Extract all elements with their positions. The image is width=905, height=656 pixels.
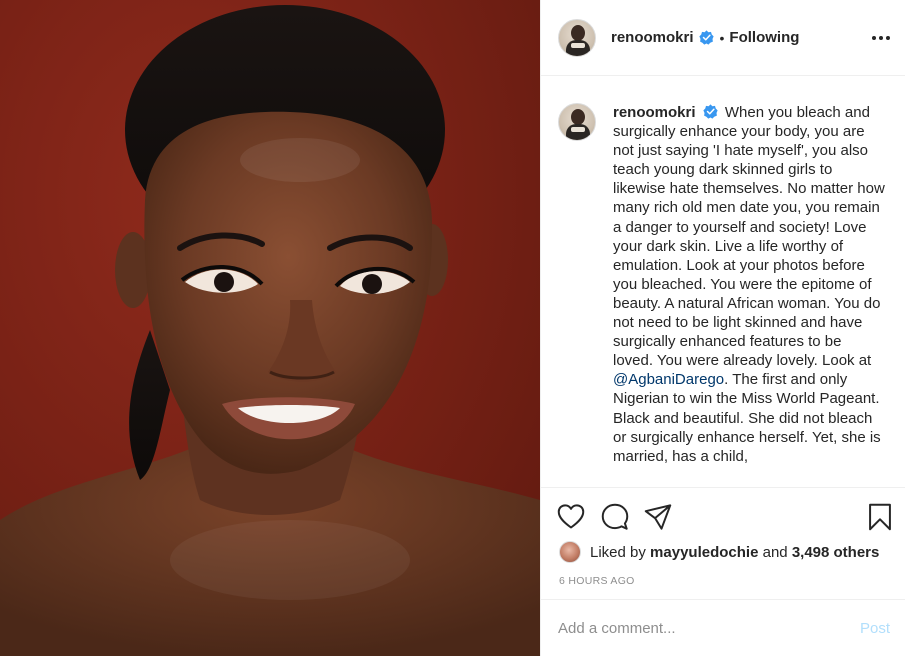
following-button[interactable]: Following [729,29,799,46]
likes-prefix: Liked by [590,543,646,561]
post-actions-bar [541,487,905,547]
caption-area: renoomokri When you bleach and surgicall… [541,77,905,487]
likes-others-count[interactable]: 3,498 others [792,544,880,561]
caption-username[interactable]: renoomokri [613,104,696,121]
author-username[interactable]: renoomokri [611,29,694,46]
bookmark-icon[interactable] [866,503,894,531]
verified-badge-icon [698,30,714,45]
more-horizontal-icon[interactable] [872,29,890,47]
caption-body-part-1: When you bleach and surgically enhance y… [613,104,885,370]
author-avatar[interactable] [558,18,596,57]
likes-conjunction: and [762,543,788,561]
caption-mention-link[interactable]: @AgbaniDarego [613,371,724,388]
separator-dot: • [719,29,725,46]
comment-icon[interactable] [601,503,629,531]
caption-author-avatar[interactable] [558,103,596,141]
portrait-illustration [0,5,540,656]
comment-input[interactable] [558,619,860,637]
verified-badge-icon [703,104,718,119]
liker-avatar[interactable] [559,541,581,563]
instagram-post: renoomokri • Following renoomokri When y… [0,0,905,656]
likes-summary: Liked by mayyuledochie and 3,498 others [559,541,879,563]
share-icon[interactable] [644,503,672,531]
post-photo[interactable] [0,0,540,656]
post-side-panel: renoomokri • Following renoomokri When y… [540,0,905,656]
post-comment-button[interactable]: Post [860,620,890,637]
caption-text: renoomokri When you bleach and surgicall… [613,103,885,487]
heart-icon[interactable] [557,503,585,531]
post-header: renoomokri • Following [541,0,905,76]
comment-bar: Post [541,599,905,656]
liker-username[interactable]: mayyuledochie [650,544,758,561]
post-timestamp[interactable]: 6 HOURS AGO [559,575,635,587]
